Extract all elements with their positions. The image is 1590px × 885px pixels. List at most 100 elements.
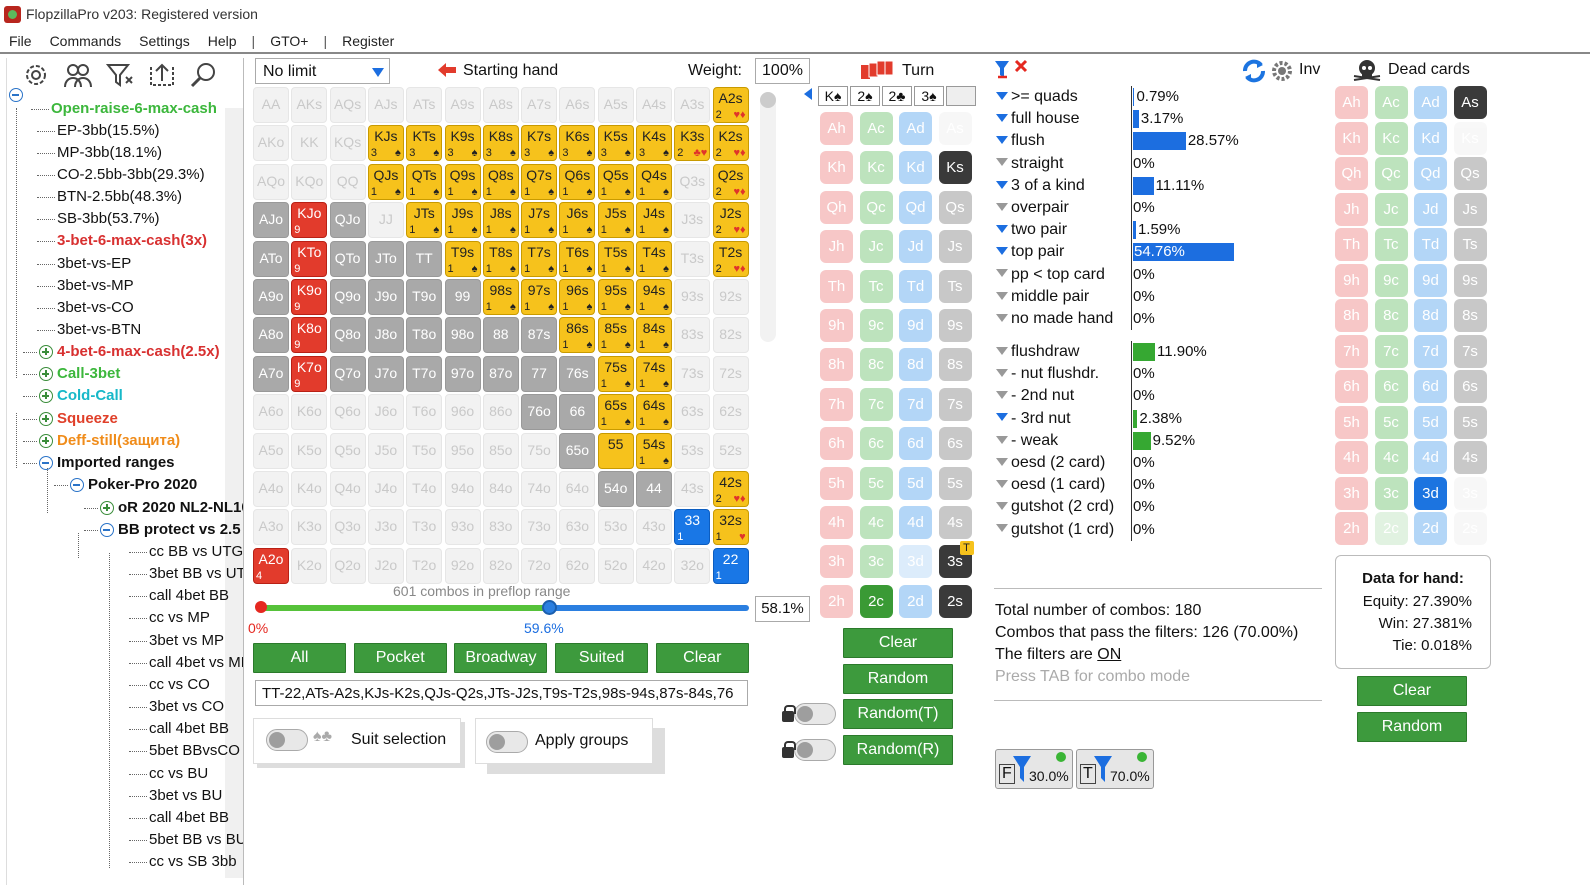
- hand-cell[interactable]: 74o: [521, 471, 558, 507]
- range-button-suited[interactable]: Suited: [555, 643, 649, 673]
- suit-selection-toggle[interactable]: [266, 729, 308, 751]
- hand-cell[interactable]: 87s: [521, 317, 558, 354]
- tree-node[interactable]: Deff-still(защита): [39, 430, 180, 452]
- board-card[interactable]: 4h: [820, 506, 853, 539]
- board-card[interactable]: 7s: [938, 387, 972, 421]
- hand-cell[interactable]: QTo: [329, 240, 366, 277]
- dead-card[interactable]: 8s: [1453, 299, 1487, 332]
- filter-row[interactable]: oesd (2 card): [996, 452, 1105, 474]
- hand-cell[interactable]: 83s: [674, 317, 711, 354]
- hand-cell[interactable]: T3o: [406, 509, 443, 546]
- board-card[interactable]: 4d: [899, 506, 932, 539]
- hand-cell[interactable]: A3s: [674, 87, 711, 123]
- hand-cell[interactable]: Q2s 2 ♥♦: [712, 163, 749, 200]
- board-card[interactable]: 3h: [820, 545, 853, 579]
- expand-icon[interactable]: [100, 501, 114, 516]
- dead-card[interactable]: 5c: [1374, 405, 1408, 439]
- board-card[interactable]: Th: [820, 269, 853, 303]
- board-card[interactable]: Qs: [938, 190, 972, 224]
- hand-cell[interactable]: T9s 1 ♠: [444, 240, 481, 277]
- board-button-randomr[interactable]: Random(R): [843, 734, 953, 765]
- board-card[interactable]: 6c: [859, 427, 893, 461]
- hand-cell[interactable]: A9o: [253, 279, 289, 315]
- range-percent-box[interactable]: 58.1%: [755, 596, 810, 622]
- hand-cell[interactable]: K2s 2 ♥♦: [712, 125, 749, 162]
- tree-node[interactable]: BB protect vs 2.5: [100, 519, 241, 541]
- hand-cell[interactable]: T2o: [406, 547, 443, 584]
- hand-cell[interactable]: Q6o: [329, 394, 366, 431]
- hand-cell[interactable]: A6o: [253, 394, 289, 431]
- filter-funnel-icon[interactable]: [996, 457, 1008, 466]
- menu-item-register[interactable]: Register: [333, 30, 403, 52]
- game-type-select[interactable]: No limit: [255, 58, 390, 84]
- hand-cell[interactable]: 85o: [482, 432, 519, 469]
- dead-card[interactable]: Qc: [1374, 157, 1408, 190]
- matrix-scrollbar[interactable]: [760, 92, 776, 342]
- hand-cell[interactable]: J3o: [367, 509, 404, 546]
- board-card[interactable]: Ac: [859, 112, 893, 145]
- hand-cell[interactable]: 62s: [712, 394, 749, 431]
- board-card[interactable]: 3s T: [938, 541, 974, 579]
- hand-cell[interactable]: 55: [597, 432, 634, 469]
- filter-row[interactable]: - 3rd nut: [996, 408, 1071, 430]
- hand-cell[interactable]: 93o: [444, 509, 481, 546]
- tree-node[interactable]: Imported ranges: [39, 452, 175, 474]
- dead-card[interactable]: 8c: [1374, 299, 1408, 332]
- dead-card[interactable]: 3c: [1374, 476, 1408, 510]
- hand-cell[interactable]: AQo: [253, 163, 289, 200]
- range-button-all[interactable]: All: [253, 643, 346, 673]
- hand-cell[interactable]: 84o: [482, 471, 519, 507]
- dead-card[interactable]: 5s: [1453, 405, 1487, 439]
- board-slot[interactable]: K♠: [818, 86, 848, 106]
- board-card[interactable]: 2c: [859, 584, 893, 618]
- hand-cell[interactable]: J6o: [367, 394, 404, 431]
- hand-cell[interactable]: JJ: [367, 202, 404, 239]
- board-card[interactable]: Qd: [899, 190, 932, 224]
- menu-item-gto[interactable]: GTO+: [261, 30, 317, 52]
- dead-card[interactable]: 8h: [1335, 299, 1368, 332]
- hand-cell[interactable]: 93s: [674, 279, 711, 315]
- dead-card[interactable]: As: [1453, 86, 1487, 119]
- settings-gear-icon[interactable]: [1270, 59, 1294, 83]
- tree-node[interactable]: oR 2020 NL2-NL10: [100, 497, 243, 519]
- dead-card[interactable]: Ks: [1453, 121, 1487, 155]
- filter-funnel-icon[interactable]: [996, 524, 1008, 533]
- filter-funnel-icon[interactable]: [996, 269, 1008, 278]
- board-card[interactable]: Ad: [899, 112, 932, 145]
- tree-node[interactable]: 3bet vs BU: [149, 785, 222, 807]
- tree-node[interactable]: Poker-Pro 2020: [70, 474, 197, 496]
- hand-cell[interactable]: QQ: [329, 163, 366, 200]
- hand-cell[interactable]: 82o: [482, 547, 519, 584]
- turn-filter-badge[interactable]: T 70.0%: [1076, 749, 1154, 789]
- filter-funnel-icon[interactable]: [996, 502, 1008, 511]
- hand-cell[interactable]: 82s: [712, 317, 749, 354]
- hand-cell[interactable]: 84s 1 ♠: [636, 317, 672, 354]
- hand-cell[interactable]: 42o: [636, 547, 672, 584]
- filter-funnel-icon[interactable]: [996, 346, 1008, 355]
- filter-row[interactable]: 3 of a kind: [996, 175, 1085, 197]
- filter-row[interactable]: >= quads: [996, 86, 1078, 108]
- board-card[interactable]: 2s: [938, 584, 972, 618]
- filter-row[interactable]: overpair: [996, 197, 1069, 219]
- dead-card[interactable]: 5h: [1335, 405, 1368, 439]
- tree-node[interactable]: 5bet BBvsCO: [149, 740, 240, 762]
- filter-funnel-icon[interactable]: [996, 479, 1008, 488]
- hand-cell[interactable]: AKs: [291, 87, 328, 123]
- hand-cell[interactable]: Q8s 1 ♠: [482, 163, 519, 200]
- hand-cell[interactable]: 33 1: [674, 509, 711, 546]
- hand-cell[interactable]: 53s: [674, 432, 711, 469]
- hand-cell[interactable]: 73o: [521, 509, 558, 546]
- hand-cell[interactable]: AJs: [367, 87, 404, 123]
- dead-card[interactable]: 9d: [1414, 263, 1447, 297]
- hand-cell[interactable]: 97s 1 ♠: [521, 279, 558, 315]
- board-card[interactable]: 5c: [859, 466, 893, 500]
- hand-cell[interactable]: 77: [521, 355, 558, 392]
- hand-cell[interactable]: 92o: [444, 547, 481, 584]
- hand-cell[interactable]: 22 1: [712, 547, 749, 584]
- dead-card[interactable]: Ad: [1414, 86, 1447, 119]
- filter-icon[interactable]: [105, 61, 135, 89]
- hand-cell[interactable]: KQs: [329, 125, 366, 162]
- filter-funnel-icon[interactable]: [996, 435, 1008, 444]
- dead-card[interactable]: Qs: [1453, 157, 1487, 190]
- dead-card[interactable]: Ah: [1335, 86, 1368, 119]
